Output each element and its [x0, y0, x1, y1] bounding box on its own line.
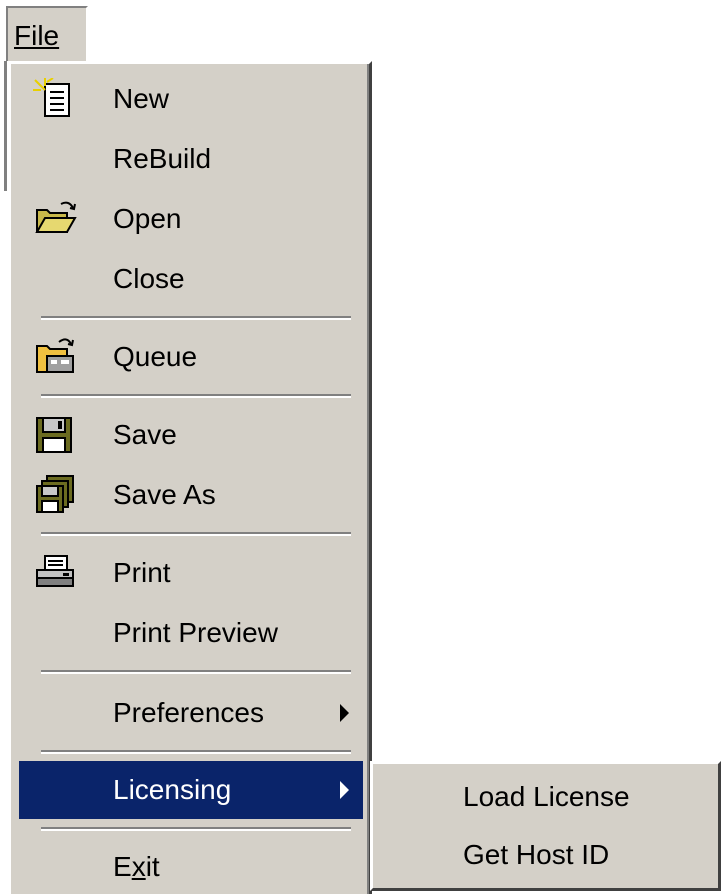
menu-item-label: Close — [113, 263, 185, 294]
multiple-floppy-icon — [33, 474, 77, 516]
menu-item-label: New — [113, 83, 170, 114]
menu-item-print-preview[interactable]: Print Preview — [19, 604, 363, 662]
menu-item-licensing[interactable]: Licensing — [19, 761, 363, 819]
menu-item-queue[interactable]: Queue — [19, 328, 363, 386]
submenu-item-get-host-id[interactable]: Get Host ID — [377, 826, 715, 884]
menu-item-label: Preferences — [113, 697, 264, 728]
menu-separator — [41, 670, 351, 674]
menu-item-label: Print Preview — [113, 617, 278, 648]
printer-icon — [33, 552, 77, 594]
menu-item-open[interactable]: Open — [19, 190, 363, 248]
file-menu-label: File — [14, 20, 60, 51]
menu-item-close[interactable]: Close — [19, 250, 363, 308]
file-dropdown-menu: New ReBuild Open Close Queue Save Save A… — [8, 61, 372, 894]
window-edge — [4, 61, 7, 191]
submenu-arrow-icon — [340, 704, 349, 722]
queue-folder-icon — [33, 336, 77, 378]
file-menu-button[interactable]: File — [6, 6, 88, 61]
new-document-icon — [33, 77, 77, 120]
menu-item-label: Exit — [113, 838, 160, 896]
menu-separator — [41, 316, 351, 320]
menu-item-label: Save — [113, 419, 177, 450]
menu-item-new[interactable]: New — [19, 70, 363, 128]
menu-item-label: Save As — [113, 479, 216, 510]
submenu-arrow-icon — [340, 781, 349, 799]
exit-label-prefix: E — [113, 851, 132, 882]
menu-item-save-as[interactable]: Save As — [19, 466, 363, 524]
licensing-submenu: Load License Get Host ID — [370, 761, 721, 891]
submenu-item-load-license[interactable]: Load License — [377, 768, 715, 826]
menu-item-save[interactable]: Save — [19, 406, 363, 464]
menu-item-print[interactable]: Print — [19, 544, 363, 602]
menu-item-label: Open — [113, 203, 182, 234]
submenu-item-label: Load License — [463, 781, 630, 812]
menu-separator — [41, 750, 351, 754]
menu-item-label: ReBuild — [113, 143, 212, 174]
menu-separator — [41, 532, 351, 536]
menu-item-preferences[interactable]: Preferences — [19, 684, 363, 742]
menu-separator — [41, 827, 351, 831]
menu-item-label: Print — [113, 557, 171, 588]
menu-item-rebuild[interactable]: ReBuild — [19, 130, 363, 188]
menu-item-label: Licensing — [113, 774, 232, 805]
submenu-item-label: Get Host ID — [463, 839, 610, 870]
menu-separator — [41, 394, 351, 398]
open-folder-icon — [33, 198, 77, 240]
exit-label-mnemonic: x — [131, 851, 146, 882]
menu-item-label: Queue — [113, 341, 198, 372]
exit-label-suffix: it — [145, 851, 160, 882]
menu-item-exit[interactable]: Exit — [19, 838, 363, 896]
floppy-disk-icon — [33, 414, 77, 456]
